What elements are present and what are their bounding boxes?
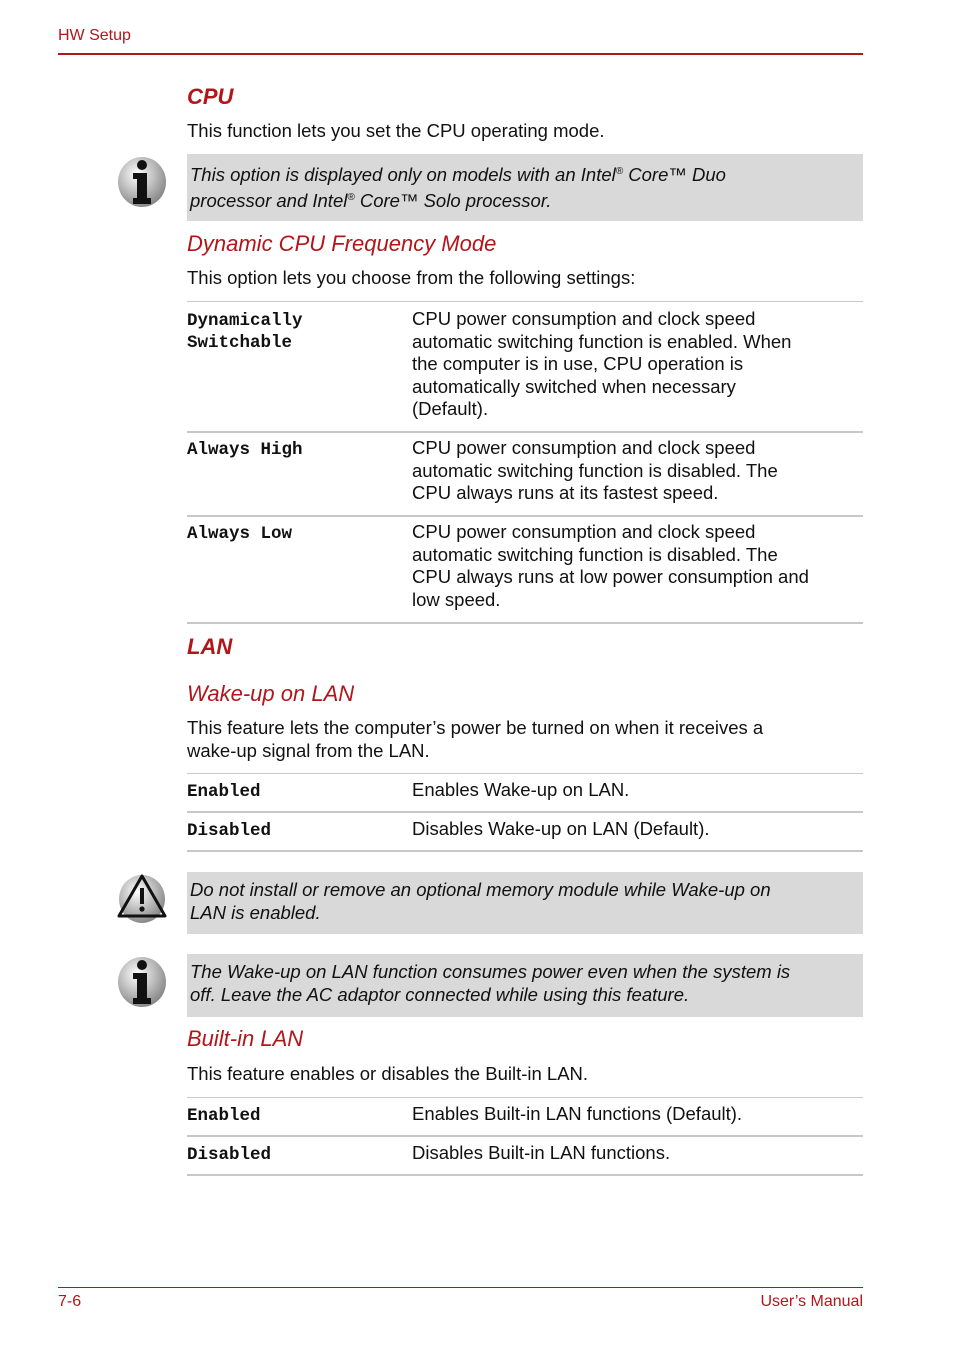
note-text: This option is displayed only on models … (190, 164, 616, 186)
table-row: Always Low CPU power consumption and clo… (187, 517, 863, 624)
note-text: The Wake-up on LAN function consumes pow… (190, 961, 791, 982)
setting-term: Disabled (187, 1145, 272, 1165)
setting-term: Dynamically Switchable (187, 310, 303, 354)
term-line: Switchable (187, 333, 293, 353)
dynamic-cpu-intro: This option lets you choose from the fol… (187, 267, 636, 288)
desc-line: CPU always runs at its fastest speed. (412, 482, 719, 503)
page-number: 7-6 (58, 1293, 82, 1310)
setting-desc: Enables Wake-up on LAN. (412, 779, 630, 800)
table-row: Always High CPU power consumption and cl… (187, 433, 863, 517)
setting-desc: CPU power consumption and clock speed au… (412, 521, 857, 611)
intro-line: This feature lets the computer’s power b… (187, 717, 764, 738)
setting-term: Always Low (187, 524, 293, 544)
desc-line: CPU power consumption and clock speed (412, 437, 756, 458)
note-text: Do not install or remove an optional mem… (190, 879, 771, 900)
desc-line: (Default). (412, 398, 489, 419)
table-row: Enabled Enables Built-in LAN functions (… (187, 1098, 863, 1137)
setting-term: Disabled (187, 821, 272, 841)
desc-line: CPU power consumption and clock speed (412, 521, 756, 542)
desc-line: automatically switched when necessary (412, 375, 736, 397)
setting-desc: Disables Built-in LAN functions. (412, 1142, 671, 1163)
warning-icon (116, 872, 168, 924)
term-line: Dynamically (187, 311, 303, 331)
caution-note: Do not install or remove an optional mem… (187, 872, 863, 934)
lan-heading: LAN (187, 634, 233, 659)
setting-desc: Enables Built-in LAN functions (Default)… (412, 1103, 743, 1124)
desc-line: automatic switching function is disabled… (412, 459, 778, 481)
builtin-lan-table: Enabled Enables Built-in LAN functions (… (187, 1097, 863, 1176)
footer-rule (58, 1287, 863, 1288)
registered-mark: ® (347, 192, 355, 204)
desc-line: automatic switching function is enabled.… (412, 330, 792, 352)
setting-term: Always High (187, 440, 303, 460)
header-rule (58, 53, 863, 55)
table-row: Enabled Enables Wake-up on LAN. (187, 774, 863, 813)
cpu-model-note: This option is displayed only on models … (187, 154, 863, 221)
cpu-intro: This function lets you set the CPU opera… (187, 120, 605, 141)
manual-title: User’s Manual (760, 1293, 863, 1310)
setting-desc: Disables Wake-up on LAN (Default). (412, 818, 710, 839)
dynamic-cpu-heading: Dynamic CPU Frequency Mode (187, 231, 497, 256)
desc-line: CPU always runs at low power consumption… (412, 566, 809, 587)
desc-line: the computer is in use, CPU operation is (412, 353, 744, 374)
cpu-heading: CPU (187, 84, 234, 109)
table-row: Dynamically Switchable CPU power consump… (187, 302, 863, 433)
intro-line: wake-up signal from the LAN. (187, 739, 430, 761)
table-row: Disabled Disables Wake-up on LAN (Defaul… (187, 813, 863, 852)
info-icon (116, 956, 168, 1008)
builtin-lan-intro: This feature enables or disables the Bui… (187, 1063, 589, 1084)
note-text: processor and Intel (190, 190, 348, 212)
running-header: HW Setup (58, 27, 131, 44)
info-icon (116, 156, 168, 208)
wol-intro: This feature lets the computer’s power b… (187, 717, 763, 762)
note-text: Core™ Duo (623, 164, 726, 186)
desc-line: CPU power consumption and clock speed (412, 308, 756, 329)
cpu-mode-table: Dynamically Switchable CPU power consump… (187, 301, 863, 624)
desc-line: automatic switching function is disabled… (412, 543, 778, 565)
desc-line: low speed. (412, 588, 501, 610)
wol-table: Enabled Enables Wake-up on LAN. Disabled… (187, 773, 863, 852)
note-text: LAN is enabled. (190, 902, 321, 923)
setting-desc: CPU power consumption and clock speed au… (412, 437, 857, 505)
wol-heading: Wake-up on LAN (187, 681, 355, 706)
setting-desc: CPU power consumption and clock speed au… (412, 308, 857, 421)
setting-term: Enabled (187, 782, 261, 802)
note-text: Core™ Solo processor. (354, 190, 552, 212)
table-row: Disabled Disables Built-in LAN functions… (187, 1137, 863, 1176)
setting-term: Enabled (187, 1106, 261, 1126)
note-text: off. Leave the AC adaptor connected whil… (190, 984, 690, 1005)
builtin-lan-heading: Built-in LAN (187, 1026, 304, 1051)
wol-power-note: The Wake-up on LAN function consumes pow… (187, 954, 863, 1017)
